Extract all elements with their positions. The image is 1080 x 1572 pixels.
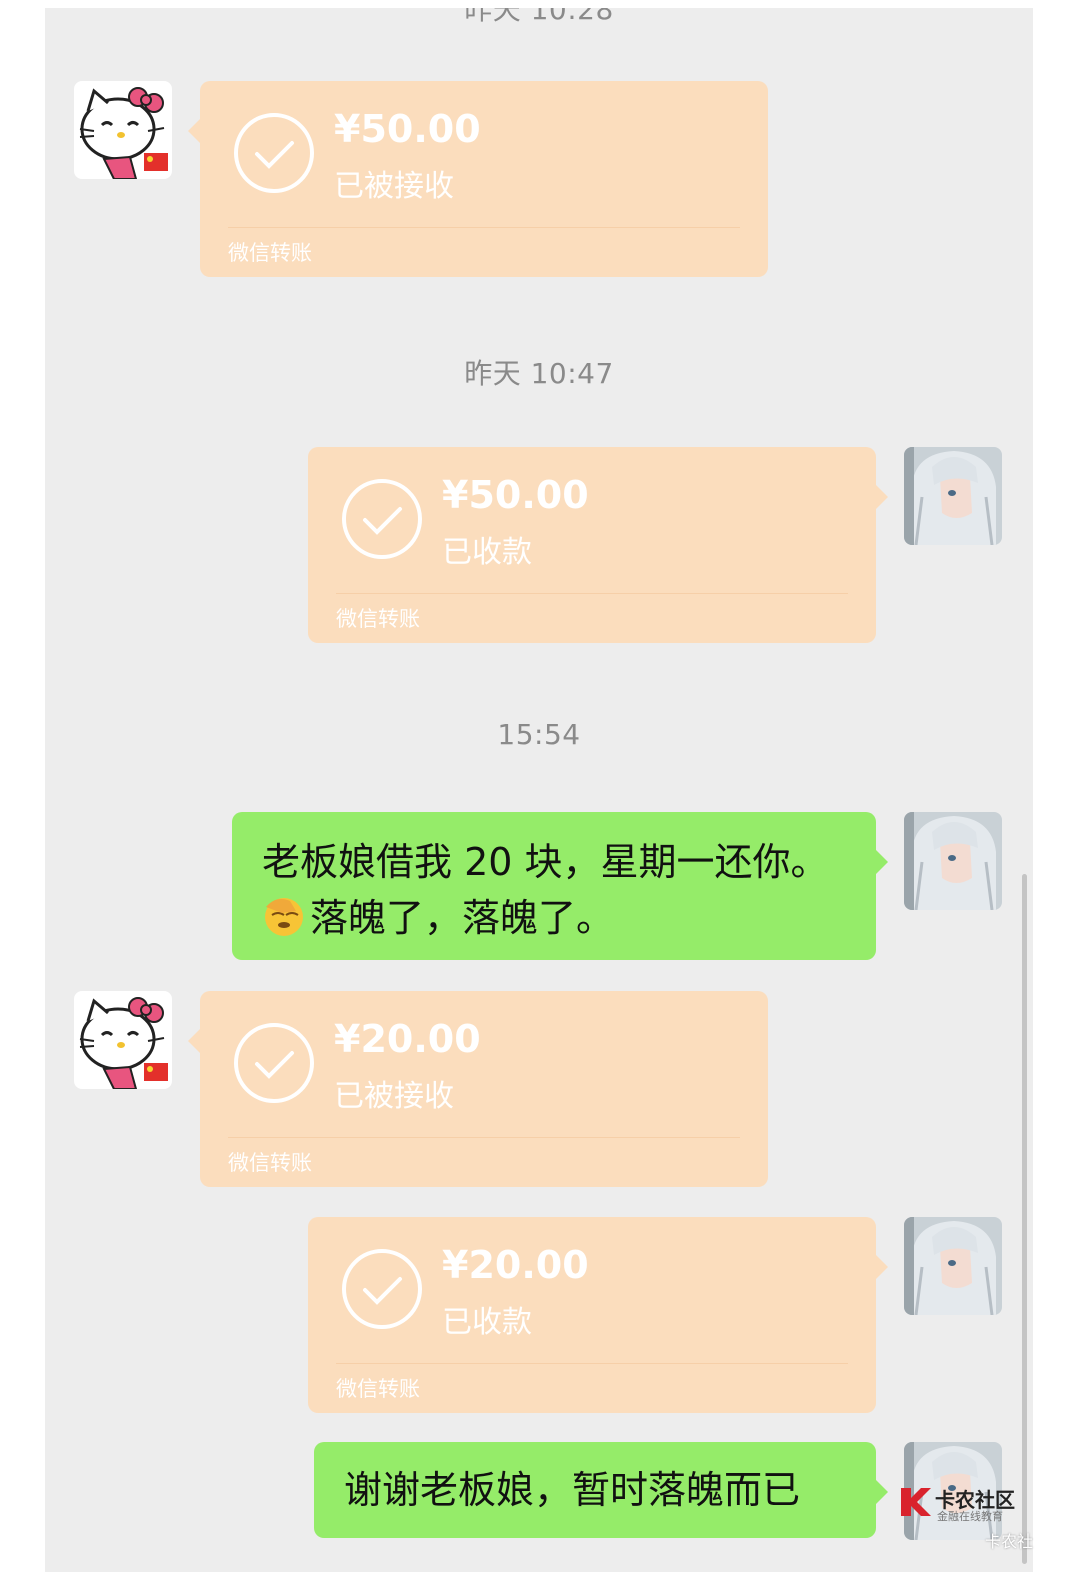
timestamp: 15:54 xyxy=(497,718,581,751)
transfer-card[interactable]: ¥20.00 已被接收 微信转账 xyxy=(188,991,768,1187)
transfer-footer: 微信转账 xyxy=(228,241,312,265)
transfer-status: 已收款 xyxy=(442,1305,532,1340)
scrollbar[interactable] xyxy=(1022,874,1027,1564)
my-avatar[interactable] xyxy=(904,1217,1002,1315)
message-line-2: 落魄了，落魄了。 xyxy=(262,890,846,946)
check-circle-icon xyxy=(234,113,314,193)
contact-avatar[interactable] xyxy=(74,991,172,1089)
sent-message[interactable]: 谢谢老板娘，暂时落魄而已 xyxy=(314,1442,888,1538)
anime-girl-icon xyxy=(904,812,1002,910)
check-circle-icon xyxy=(234,1023,314,1103)
hello-kitty-icon xyxy=(74,81,172,179)
transfer-card[interactable]: ¥20.00 已收款 微信转账 xyxy=(308,1217,888,1413)
divider xyxy=(336,593,848,594)
divider xyxy=(228,227,740,228)
transfer-status: 已被接收 xyxy=(334,1079,454,1114)
message-line-2-text: 落魄了，落魄了。 xyxy=(310,896,615,940)
transfer-footer: 微信转账 xyxy=(336,1377,420,1401)
watermark-subtitle: 金融在线教育 xyxy=(937,1510,1003,1523)
check-circle-icon xyxy=(342,479,422,559)
chat-area: 昨天 10:28 ¥50.00 已被接收 微信转账 昨天 10:47 ¥50.0… xyxy=(45,8,1033,1572)
transfer-amount: ¥20.00 xyxy=(334,1017,481,1061)
kanong-logo-icon xyxy=(901,1488,931,1516)
sent-message[interactable]: 老板娘借我 20 块，星期一还你。 落魄了，落魄了。 xyxy=(232,812,888,960)
my-avatar[interactable] xyxy=(904,447,1002,545)
watermark: 卡农社区 金融在线教育 卡农社 xyxy=(895,1482,1035,1552)
anime-girl-icon xyxy=(904,447,1002,545)
divider xyxy=(228,1137,740,1138)
transfer-amount: ¥50.00 xyxy=(442,473,589,517)
message-line: 谢谢老板娘，暂时落魄而已 xyxy=(344,1468,801,1512)
transfer-card[interactable]: ¥50.00 已被接收 微信转账 xyxy=(188,81,768,277)
transfer-amount: ¥20.00 xyxy=(442,1243,589,1287)
my-avatar[interactable] xyxy=(904,812,1002,910)
timestamp: 昨天 10:28 xyxy=(464,8,614,26)
face-palm-emoji-icon xyxy=(265,898,303,936)
divider xyxy=(336,1363,848,1364)
transfer-status: 已收款 xyxy=(442,535,532,570)
anime-girl-icon xyxy=(904,1217,1002,1315)
transfer-card[interactable]: ¥50.00 已收款 微信转账 xyxy=(308,447,888,643)
transfer-status: 已被接收 xyxy=(334,169,454,204)
transfer-footer: 微信转账 xyxy=(336,607,420,631)
check-circle-icon xyxy=(342,1249,422,1329)
watermark-bottom: 卡农社 xyxy=(985,1532,1034,1551)
hello-kitty-icon xyxy=(74,991,172,1089)
contact-avatar[interactable] xyxy=(74,81,172,179)
transfer-amount: ¥50.00 xyxy=(334,107,481,151)
transfer-footer: 微信转账 xyxy=(228,1151,312,1175)
timestamp: 昨天 10:47 xyxy=(464,357,614,390)
message-line: 老板娘借我 20 块，星期一还你。 xyxy=(262,840,829,884)
